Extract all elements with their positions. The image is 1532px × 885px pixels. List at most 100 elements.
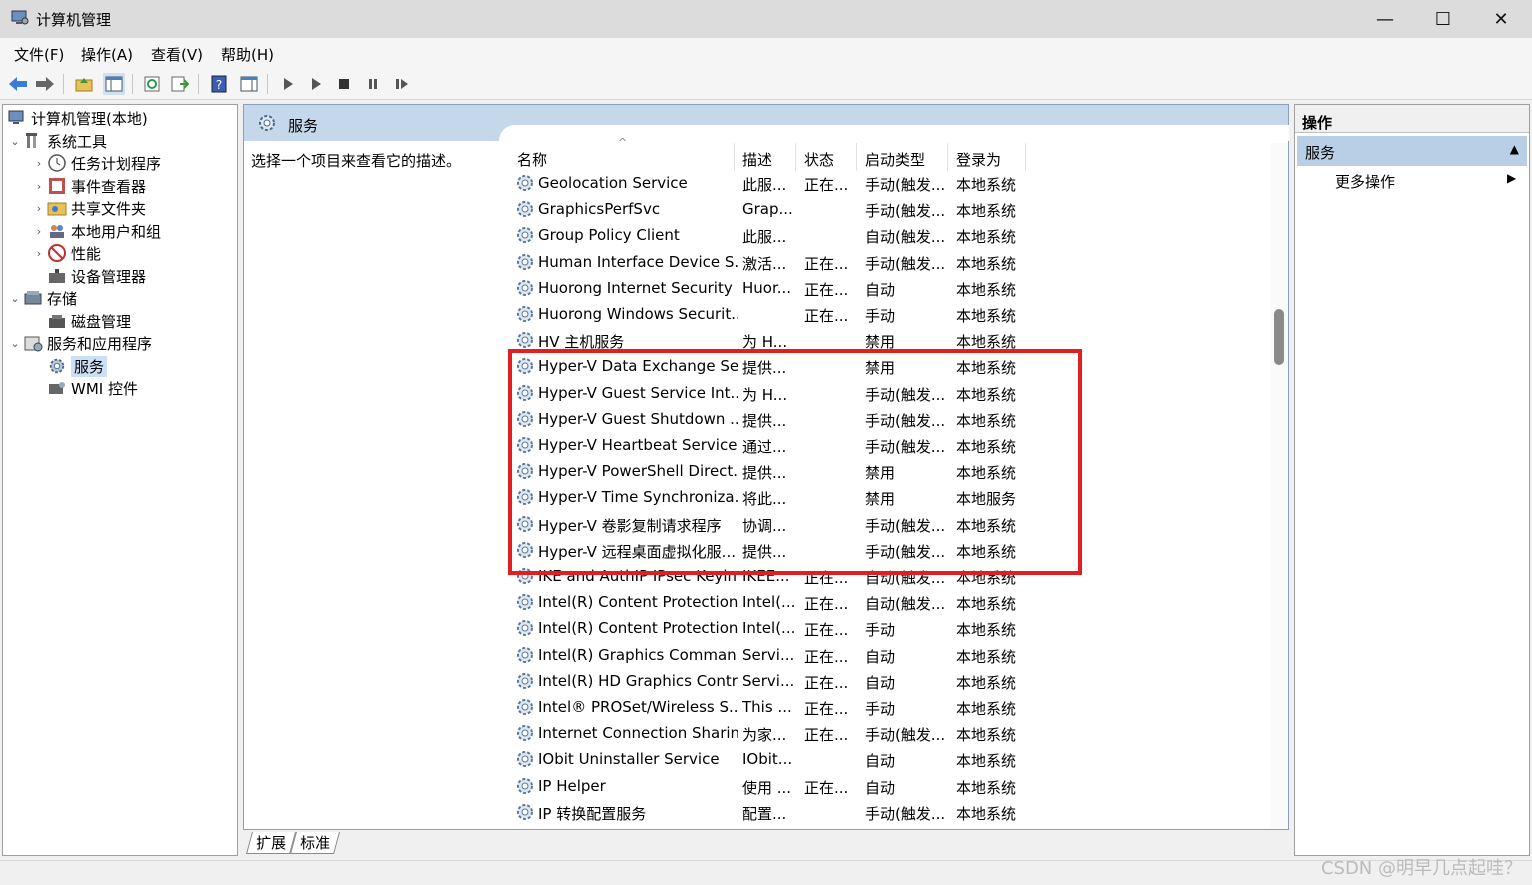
service-row[interactable]: Human Interface Device S... 激活... 正在... 手动(… xyxy=(514,249,1024,275)
tab-extended[interactable]: 扩展 xyxy=(246,832,296,854)
chevron-down-icon[interactable]: ⌄ xyxy=(7,337,23,350)
service-row[interactable]: GraphicsPerfSvc Grap... 手动(触发... 本地系统 xyxy=(514,196,1024,222)
service-startup-type: 手动(触发... xyxy=(865,516,946,535)
more-actions-item[interactable]: 更多操作 xyxy=(1335,171,1395,192)
chevron-right-icon[interactable]: › xyxy=(31,225,47,238)
tree-services[interactable]: 服务 xyxy=(47,355,108,377)
stop-service-button[interactable] xyxy=(333,73,355,95)
pause-service-button[interactable] xyxy=(362,73,384,95)
title-bar: 计算机管理 — ☐ ✕ xyxy=(0,0,1532,38)
column-description[interactable]: 描述 xyxy=(742,147,772,171)
service-row[interactable]: Hyper-V 远程桌面虚拟化服... 提供... 手动(触发... 本地系统 xyxy=(514,537,1024,563)
tree-system-tools[interactable]: ⌄ 系统工具 xyxy=(7,130,107,152)
gear-icon xyxy=(517,279,533,296)
service-description: IObit... xyxy=(742,750,793,769)
tree-event-viewer[interactable]: › 事件查看器 xyxy=(31,175,146,197)
gear-icon xyxy=(517,646,533,663)
service-row[interactable]: IKE and AuthIP IPsec Keyin... IKEE... 正在..… xyxy=(514,563,1024,589)
tree-performance[interactable]: › 性能 xyxy=(31,242,101,264)
service-row[interactable]: Intel(R) Graphics Comman... Servi... 正在...… xyxy=(514,642,1024,668)
tree-storage[interactable]: ⌄ 存储 xyxy=(7,287,77,309)
back-button[interactable] xyxy=(7,73,29,95)
tree-task-scheduler[interactable]: › 任务计划程序 xyxy=(31,152,161,174)
service-row[interactable]: Hyper-V Data Exchange Se... 提供... 禁用 本地系统 xyxy=(514,353,1024,379)
service-row[interactable]: Hyper-V Time Synchroniza... 将此... 禁用 本地服务 xyxy=(514,484,1024,510)
service-row[interactable]: Hyper-V Guest Shutdown ... 提供... 手动(触发... 本… xyxy=(514,406,1024,432)
gear-icon xyxy=(517,777,533,794)
tree-device-manager[interactable]: 设备管理器 xyxy=(47,265,146,287)
show-hide-action-icon xyxy=(240,76,258,92)
column-startup-type[interactable]: 启动类型 xyxy=(865,147,925,171)
column-status[interactable]: 状态 xyxy=(804,147,834,171)
service-startup-type: 自动 xyxy=(865,778,896,797)
service-row[interactable]: Hyper-V 卷影复制请求程序 协调... 手动(触发... 本地系统 xyxy=(514,511,1024,537)
collapse-icon[interactable]: ▲ xyxy=(1510,142,1519,156)
tree-disk-management[interactable]: 磁盘管理 xyxy=(47,310,131,332)
tree-shared-folders-label: 共享文件夹 xyxy=(71,199,147,218)
service-row[interactable]: Intel® PROSet/Wireless S... This ... 正在...… xyxy=(514,694,1024,720)
menu-help[interactable]: 帮助(H) xyxy=(221,44,274,65)
service-name: Intel(R) Content Protection... xyxy=(538,593,738,612)
forward-button[interactable] xyxy=(34,73,56,95)
chevron-down-icon[interactable]: ⌄ xyxy=(7,292,23,305)
actions-section-services[interactable]: 服务 ▲ xyxy=(1297,136,1527,166)
help-button[interactable]: ? xyxy=(208,73,230,95)
event-viewer-icon xyxy=(49,178,65,194)
start-service-alt-button[interactable] xyxy=(305,73,327,95)
show-hide-action-button[interactable] xyxy=(238,73,260,95)
service-row[interactable]: Group Policy Client 此服... 自动(触发... 本地系统 xyxy=(514,222,1024,248)
service-row[interactable]: Huorong Windows Securit... 正在... 手动 本地系统 xyxy=(514,301,1024,327)
service-row[interactable]: IP Helper 使用 ... 正在... 自动 本地系统 xyxy=(514,773,1024,799)
chevron-right-icon[interactable]: › xyxy=(31,202,47,215)
service-row[interactable]: Intel(R) Content Protection... Intel(... 正… xyxy=(514,589,1024,615)
tab-standard[interactable]: 标准 xyxy=(290,832,340,854)
vertical-scrollbar[interactable] xyxy=(1270,143,1288,829)
service-row[interactable]: Hyper-V Guest Service Int... 为 H... 手动(触发.… xyxy=(514,380,1024,406)
maximize-button[interactable]: ☐ xyxy=(1414,0,1472,38)
service-status: 正在... xyxy=(804,726,849,745)
chevron-right-icon[interactable]: › xyxy=(31,157,47,170)
service-row[interactable]: Hyper-V Heartbeat Service 通过... 手动(触发... 本地… xyxy=(514,432,1024,458)
service-name: Intel(R) Content Protection... xyxy=(538,619,738,638)
service-startup-type: 手动 xyxy=(865,700,896,718)
service-row[interactable]: IObit Uninstaller Service IObit... 自动 本地系统 xyxy=(514,746,1024,772)
start-service-button[interactable] xyxy=(277,73,299,95)
column-logon-as[interactable]: 登录为 xyxy=(956,147,1001,171)
scroll-thumb[interactable] xyxy=(1274,309,1284,365)
tree-root[interactable]: 计算机管理(本地) xyxy=(7,107,148,129)
submenu-arrow-icon[interactable]: ▶ xyxy=(1507,171,1516,185)
tree-wmi[interactable]: WMI 控件 xyxy=(47,377,138,399)
window-title: 计算机管理 xyxy=(36,11,112,29)
tree-services-apps[interactable]: ⌄ 服务和应用程序 xyxy=(7,332,152,354)
service-row[interactable]: Intel(R) HD Graphics Contr... Servi... 正在.… xyxy=(514,668,1024,694)
chevron-right-icon[interactable]: › xyxy=(31,247,47,260)
service-row[interactable]: Hyper-V PowerShell Direct... 提供... 禁用 本地系统 xyxy=(514,458,1024,484)
minimize-button[interactable]: — xyxy=(1356,0,1414,38)
up-level-button[interactable] xyxy=(73,73,95,95)
gear-icon xyxy=(517,751,533,768)
restart-service-button[interactable] xyxy=(391,73,413,95)
refresh-button[interactable] xyxy=(141,73,163,95)
export-list-button[interactable] xyxy=(169,73,191,95)
service-row[interactable]: Intel(R) Content Protection... Intel(... 正… xyxy=(514,615,1024,641)
column-name[interactable]: 名称 xyxy=(517,147,547,171)
service-row[interactable]: HV 主机服务 为 H... 禁用 本地系统 xyxy=(514,327,1024,353)
tree-local-users[interactable]: › 本地用户和组 xyxy=(31,220,161,242)
chevron-right-icon[interactable]: › xyxy=(31,180,47,193)
service-status: 正在... xyxy=(804,254,849,273)
show-hide-tree-button[interactable] xyxy=(103,73,125,95)
menu-file[interactable]: 文件(F) xyxy=(14,44,64,65)
restart-service-icon xyxy=(396,79,408,89)
service-row[interactable]: Internet Connection Sharin... 为家... 正在... 手… xyxy=(514,720,1024,746)
menu-action[interactable]: 操作(A) xyxy=(81,44,133,65)
service-row[interactable]: IP 转换配置服务 配置... 手动(触发... 本地系统 xyxy=(514,799,1024,825)
menu-view[interactable]: 查看(V) xyxy=(151,44,203,65)
service-logon-as: 本地系统 xyxy=(956,726,1017,745)
chevron-down-icon[interactable]: ⌄ xyxy=(7,135,23,148)
service-row[interactable]: Geolocation Service 此服... 正在... 手动(触发... 本地系… xyxy=(514,170,1024,196)
close-button[interactable]: ✕ xyxy=(1472,0,1530,38)
tree-shared-folders[interactable]: › 共享文件夹 xyxy=(31,197,146,219)
service-row[interactable]: Huorong Internet Security ... Huor... 正在..… xyxy=(514,275,1024,301)
up-folder-icon xyxy=(75,78,93,92)
service-startup-type: 手动(触发... xyxy=(865,726,946,745)
